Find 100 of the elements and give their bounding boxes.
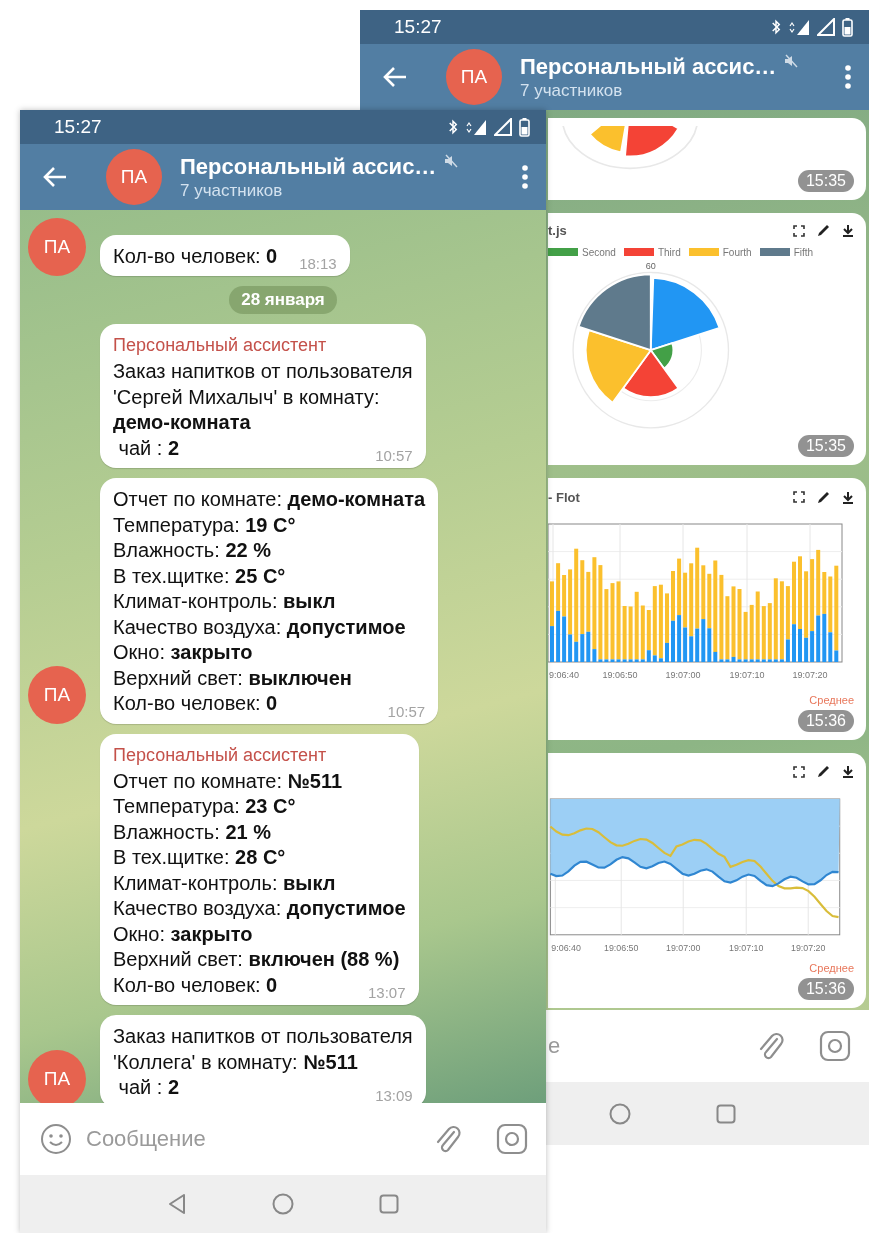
message-text: Качество воздуха: допустимое <box>113 896 406 921</box>
message-text: В тех.щитке: 28 C° <box>113 845 287 870</box>
message-time: 10:57 <box>386 702 426 721</box>
back-button[interactable] <box>382 66 408 88</box>
message-time: 13:07 <box>367 984 406 1002</box>
date-chip: 28 января <box>229 286 337 314</box>
sender-avatar: ПА <box>28 1049 86 1103</box>
camera-button[interactable] <box>819 1030 851 1062</box>
member-count: 7 участников <box>520 80 624 101</box>
axis-tick-label: 9:06:40 <box>549 670 580 680</box>
message-time: 18:13 <box>298 255 337 273</box>
status-time: 15:27 <box>54 116 102 138</box>
back-arrow-icon <box>42 166 68 188</box>
sender-avatar: ПА <box>28 218 86 276</box>
message-text: 'Сергей Михалыч' в комнату: <box>113 384 381 410</box>
message-text: Заказ напитков от пользователя <box>113 1024 413 1049</box>
legend-title: Среднее <box>809 694 854 706</box>
legend-label: Fifth <box>793 246 814 258</box>
message-text: Отчет по комнате: демо-комната <box>113 487 426 512</box>
legend-label: Fourth <box>722 246 752 258</box>
sender-name: Персональный ассистент <box>113 334 328 357</box>
chat-title: Персональный ассис… <box>180 153 437 180</box>
axis-tick-label: 19:07:00 <box>665 670 701 680</box>
chat-avatar[interactable]: ПА <box>106 149 162 205</box>
message-time: 15:35 <box>797 170 854 192</box>
circle-home-icon <box>609 1102 631 1125</box>
legend-label: Second <box>582 246 616 258</box>
attach-button[interactable] <box>434 1123 462 1155</box>
pencil-icon <box>817 224 830 238</box>
edit-button[interactable] <box>817 490 830 504</box>
camera-icon <box>496 1123 528 1155</box>
battery-icon <box>842 17 853 37</box>
message-text: Верхний свет: включен (88 %) <box>113 947 401 972</box>
chart-title: t.js <box>548 223 567 239</box>
message-text: чай : 2 <box>117 435 180 461</box>
message-time: 15:36 <box>797 710 854 732</box>
message-input[interactable]: Сообщение <box>86 1120 420 1158</box>
axis-tick-label: 19:06:50 <box>604 942 639 953</box>
message-text: Отчет по комнате: №511 <box>113 768 344 794</box>
edit-button[interactable] <box>817 765 830 779</box>
nav-back-button[interactable] <box>166 1193 188 1215</box>
fullscreen-button[interactable] <box>793 224 805 237</box>
sender-avatar: ПА <box>28 665 86 724</box>
member-count: 7 участников <box>180 180 284 201</box>
message-time: 13:09 <box>374 1086 413 1103</box>
status-time: 15:27 <box>394 16 442 38</box>
message-text: Кол-во человек: 0 <box>113 243 278 269</box>
message-text: Заказ напитков от пользователя <box>113 359 413 384</box>
message-text: Кол-во человек: 0 <box>113 972 278 998</box>
camera-button[interactable] <box>496 1123 528 1155</box>
download-icon <box>842 224 854 238</box>
message-text: Климат-контроль: выкл <box>113 589 337 614</box>
chart-title: - Flot <box>548 489 580 505</box>
nav-home-button[interactable] <box>272 1193 294 1215</box>
fullscreen-button[interactable] <box>793 491 805 503</box>
message-text: Влажность: 21 % <box>113 819 272 845</box>
download-button[interactable] <box>842 765 854 779</box>
more-icon <box>845 65 851 89</box>
axis-tick-label: 19:07:00 <box>666 942 701 953</box>
nav-recents-button[interactable] <box>378 1194 400 1214</box>
back-button[interactable] <box>42 166 68 188</box>
fullscreen-icon <box>793 765 805 778</box>
legend-label: Third <box>657 246 681 258</box>
message-text: Температура: 19 C° <box>113 512 297 538</box>
paperclip-icon <box>757 1030 785 1062</box>
paperclip-icon <box>434 1123 462 1155</box>
message-text: Качество воздуха: допустимое <box>113 614 407 640</box>
message-text: Температура: 23 C° <box>113 794 297 819</box>
message-text: демо-комната <box>113 410 252 435</box>
fullscreen-button[interactable] <box>793 765 805 778</box>
battery-icon <box>519 117 530 137</box>
smiley-icon <box>40 1123 72 1155</box>
message-text: Кол-во человек: 0 <box>113 691 278 716</box>
axis-tick-label: 19:07:10 <box>729 670 765 680</box>
nav-recents-button[interactable] <box>715 1103 737 1124</box>
attach-button[interactable] <box>757 1030 785 1062</box>
emoji-button[interactable] <box>40 1123 72 1155</box>
download-button[interactable] <box>842 490 854 504</box>
camera-icon <box>819 1030 851 1062</box>
more-icon <box>522 165 528 189</box>
message-time: 15:36 <box>797 978 854 1000</box>
axis-tick-label: 19:07:10 <box>729 942 764 953</box>
signal-icon <box>817 18 835 36</box>
axis-tick-label: 19:07:20 <box>792 670 828 680</box>
axis-tick-label: 19:06:50 <box>602 670 638 680</box>
message-text: В тех.щитке: 25 C° <box>113 563 287 589</box>
message-text: Климат-контроль: выкл <box>113 870 337 896</box>
edit-button[interactable] <box>817 224 830 238</box>
bluetooth-icon <box>771 18 781 36</box>
signal-icon <box>494 118 512 136</box>
message-time: 10:57 <box>374 447 413 465</box>
chat-avatar[interactable]: ПА <box>446 49 502 105</box>
message-text: Окно: закрыто <box>113 921 254 947</box>
message-input[interactable]: е <box>548 1027 743 1065</box>
message-text: 'Коллега' в комнату: №511 <box>113 1049 359 1075</box>
pencil-icon <box>817 765 830 779</box>
download-icon <box>842 490 854 504</box>
bluetooth-icon <box>448 118 458 136</box>
download-button[interactable] <box>842 224 854 238</box>
nav-home-button[interactable] <box>609 1102 631 1125</box>
